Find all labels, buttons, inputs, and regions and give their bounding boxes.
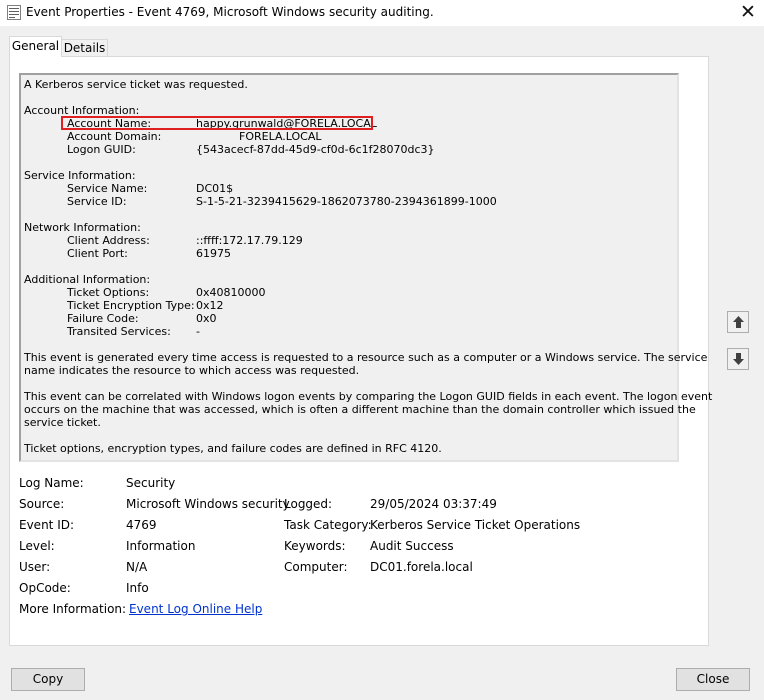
source-value: Microsoft Windows security [126,497,290,511]
service-id-label: Service ID: [67,195,127,208]
transited-services-value: - [196,325,200,338]
account-name-highlight [61,116,373,130]
previous-event-button[interactable] [727,311,749,333]
account-domain-value: FORELA.LOCAL [239,130,322,143]
window-title: Event Properties - Event 4769, Microsoft… [26,5,434,19]
more-info-label: More Information: [19,602,127,616]
event-id-value: 4769 [126,518,157,532]
description-para1-line2: name indicates the resource to which acc… [24,364,360,377]
ticket-options-value: 0x40810000 [196,286,266,299]
tab-details[interactable]: Details [61,39,108,57]
computer-label: Computer: [284,560,348,574]
service-id-value: S-1-5-21-3239415629-1862073780-239436189… [196,195,497,208]
client-address-value: ::ffff:172.17.79.129 [196,234,303,247]
source-label: Source: [19,497,65,511]
opcode-value: Info [126,581,149,595]
description-para2-line3: service ticket. [24,416,101,429]
transited-services-label: Transited Services: [67,325,171,338]
logged-value: 29/05/2024 03:37:49 [370,497,497,511]
level-label: Level: [19,539,55,553]
service-name-label: Service Name: [67,182,148,195]
logon-guid-value: {543acecf-87dd-45d9-cf0d-6c1f28070dc3} [196,143,435,156]
keywords-value: Audit Success [370,539,454,553]
ticket-options-label: Ticket Options: [67,286,150,299]
description-para2-line1: This event can be correlated with Window… [24,390,713,403]
network-info-header: Network Information: [24,221,141,234]
failure-code-label: Failure Code: [67,312,139,325]
arrow-up-icon [733,316,744,328]
failure-code-value: 0x0 [196,312,217,325]
logged-label: Logged: [284,497,333,511]
service-name-value: DC01$ [196,182,234,195]
user-value: N/A [126,560,148,574]
event-viewer-icon [7,5,21,20]
task-category-value: Kerberos Service Ticket Operations [370,518,581,532]
close-icon[interactable]: ✕ [736,1,760,23]
description-para3: Ticket options, encryption types, and fa… [24,442,442,455]
client-port-label: Client Port: [67,247,128,260]
additional-info-header: Additional Information: [24,273,151,286]
event-log-online-help-link[interactable]: Event Log Online Help [129,602,262,617]
copy-button[interactable]: Copy [11,668,85,691]
keywords-label: Keywords: [284,539,346,553]
client-address-label: Client Address: [67,234,150,247]
ticket-encryption-label: Ticket Encryption Type: [67,299,195,312]
event-id-label: Event ID: [19,518,75,532]
next-event-button[interactable] [727,348,749,370]
description-para2-line2: occurs on the machine that was accessed,… [24,403,696,416]
close-button[interactable]: Close [676,668,750,691]
description-intro: A Kerberos service ticket was requested. [24,78,248,91]
tab-general[interactable]: General [9,36,62,57]
opcode-label: OpCode: [19,581,71,595]
task-category-label: Task Category: [284,518,372,532]
logon-guid-label: Logon GUID: [67,143,136,156]
client-port-value: 61975 [196,247,231,260]
service-info-header: Service Information: [24,169,136,182]
arrow-down-icon [733,353,744,365]
account-domain-label: Account Domain: [67,130,162,143]
title-bar: Event Properties - Event 4769, Microsoft… [0,0,764,26]
log-name-value: Security [126,476,176,490]
description-para1-line1: This event is generated every time acces… [24,351,708,364]
ticket-encryption-value: 0x12 [196,299,224,312]
computer-value: DC01.forela.local [370,560,473,574]
log-name-label: Log Name: [19,476,84,490]
level-value: Information [126,539,196,553]
user-label: User: [19,560,51,574]
